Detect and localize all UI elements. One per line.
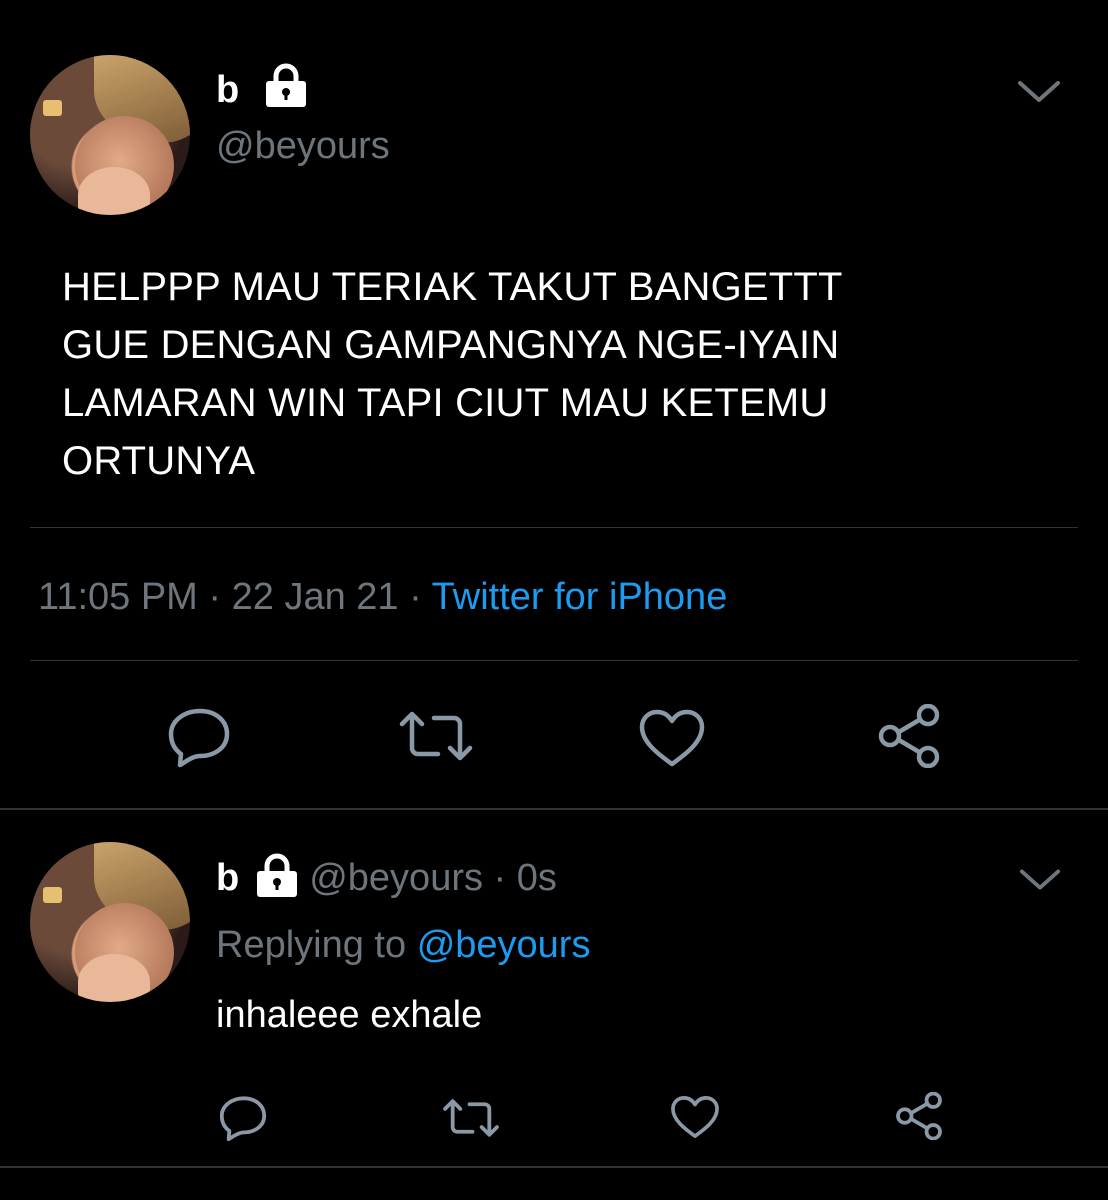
tweet-meta: 11:05 PM · 22 Jan 21 · Twitter for iPhon… xyxy=(38,574,727,620)
tweet-time[interactable]: 11:05 PM xyxy=(38,576,198,618)
divider xyxy=(30,660,1078,661)
lock-icon xyxy=(262,62,310,113)
divider xyxy=(30,527,1078,528)
retweet-button[interactable] xyxy=(442,1096,500,1140)
replying-to: Replying to @beyours xyxy=(216,922,590,968)
divider xyxy=(0,1166,1108,1168)
reply-icon xyxy=(219,1096,267,1142)
tweet-text-line: LAMARAN WIN TAPI CIUT MAU KETEMU xyxy=(62,381,829,425)
tweet-text-line: GUE DENGAN GAMPANGNYA NGE-IYAIN xyxy=(62,323,840,367)
avatar[interactable] xyxy=(30,55,190,215)
tweet-text-line: HELPPP MAU TERIAK TAKUT BANGETTT xyxy=(62,265,843,309)
display-name-text[interactable]: b xyxy=(216,69,239,111)
replying-to-handle-link[interactable]: @beyours xyxy=(417,924,591,966)
divider xyxy=(0,808,1108,810)
reply-text: inhaleee exhale xyxy=(216,994,483,1036)
heart-icon xyxy=(639,709,705,767)
reply-icon xyxy=(168,708,230,768)
heart-icon xyxy=(671,1096,719,1138)
tweet-text-line: ORTUNYA xyxy=(62,439,256,483)
tweet-source-link[interactable]: Twitter for iPhone xyxy=(432,576,728,618)
reply-button[interactable] xyxy=(166,706,232,768)
retweet-icon xyxy=(399,711,473,761)
retweet-button[interactable] xyxy=(398,708,474,764)
chevron-down-icon[interactable] xyxy=(1018,866,1062,899)
handle[interactable]: @beyours xyxy=(216,124,390,168)
like-button[interactable] xyxy=(638,708,706,768)
lock-icon xyxy=(253,852,301,903)
share-button[interactable] xyxy=(876,704,942,768)
share-icon xyxy=(878,704,940,768)
reply-button[interactable] xyxy=(218,1094,268,1142)
handle-time[interactable]: @beyours · 0s xyxy=(309,856,557,900)
avatar[interactable] xyxy=(30,842,190,1002)
replying-to-label: Replying to xyxy=(216,924,407,966)
separator: · xyxy=(208,576,222,618)
chevron-down-icon[interactable] xyxy=(1016,78,1062,111)
display-name[interactable]: b xyxy=(216,70,239,110)
display-name[interactable]: b xyxy=(216,858,239,898)
share-icon xyxy=(896,1092,942,1140)
like-button[interactable] xyxy=(670,1094,720,1140)
separator: · xyxy=(409,576,422,618)
reply-header: b @beyours · 0s xyxy=(216,852,557,903)
retweet-icon xyxy=(443,1099,499,1137)
tweet-text: HELPPP MAU TERIAK TAKUT BANGETTT GUE DEN… xyxy=(62,258,1062,490)
tweet-date[interactable]: 22 Jan 21 xyxy=(232,576,399,618)
share-button[interactable] xyxy=(894,1092,944,1140)
